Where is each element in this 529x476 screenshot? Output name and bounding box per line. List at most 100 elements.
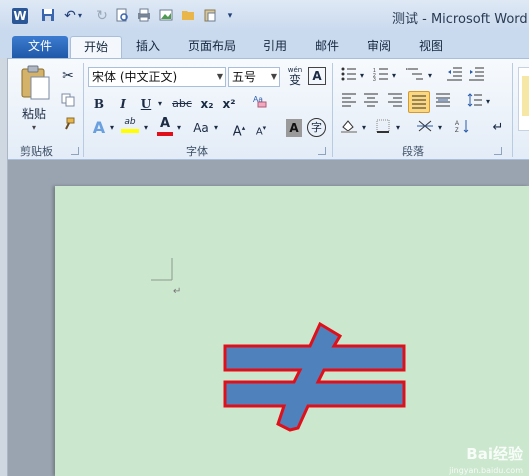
align-right-icon[interactable] xyxy=(386,93,404,111)
shading-dropdown-icon[interactable]: ▾ xyxy=(360,119,368,137)
highlight-button[interactable]: ab xyxy=(120,117,140,137)
grow-font-button[interactable]: A▴ xyxy=(230,119,248,140)
print-icon[interactable] xyxy=(136,8,152,24)
character-border-button[interactable]: A xyxy=(308,67,326,85)
paste-label: 粘贴 xyxy=(22,107,47,121)
shrink-font-button[interactable]: A▾ xyxy=(252,119,270,137)
cut-icon[interactable]: ✂ xyxy=(60,67,76,85)
line-spacing-icon[interactable] xyxy=(466,93,484,111)
chinese-layout-dropdown-icon[interactable]: ▾ xyxy=(436,119,444,137)
undo-dropdown-icon[interactable]: ▾ xyxy=(76,8,84,24)
ribbon-home: 粘贴 ▾ ✂ 剪贴板 宋体 (中文正文) ▼ 五号 ▼ wén 变 A B I … xyxy=(0,58,529,160)
chinese-layout-icon[interactable] xyxy=(414,119,436,137)
text-effects-button[interactable]: A xyxy=(90,119,108,137)
tab-home[interactable]: 开始 xyxy=(70,36,122,58)
group-divider xyxy=(512,63,513,157)
open-folder-icon[interactable] xyxy=(180,8,196,24)
clear-formatting-icon[interactable]: Aa xyxy=(250,93,270,111)
font-family-value: 宋体 (中文正文) xyxy=(92,70,178,84)
increase-indent-icon[interactable] xyxy=(468,67,486,85)
print-preview-icon[interactable] xyxy=(114,8,130,24)
align-left-icon[interactable] xyxy=(340,93,358,111)
paste-dropdown-icon[interactable]: ▾ xyxy=(32,123,36,132)
watermark-text: Bai经验 xyxy=(466,445,523,463)
distributed-icon[interactable] xyxy=(434,93,452,111)
underline-dropdown-icon[interactable]: ▾ xyxy=(156,95,164,113)
numbering-dropdown-icon[interactable]: ▾ xyxy=(390,67,398,85)
paragraph-group-label: 段落 xyxy=(402,145,424,158)
strikethrough-button[interactable]: abc xyxy=(170,95,194,113)
word-app-icon[interactable]: W xyxy=(12,8,28,24)
customize-toolbar-icon[interactable]: ▾ xyxy=(224,8,236,24)
justify-icon[interactable] xyxy=(408,91,430,113)
font-color-dropdown-icon[interactable]: ▾ xyxy=(175,119,183,137)
align-center-icon[interactable] xyxy=(362,93,380,111)
tab-insert[interactable]: 插入 xyxy=(128,36,168,58)
font-family-select[interactable]: 宋体 (中文正文) ▼ xyxy=(88,67,226,87)
phonetic-guide-button[interactable]: wén 变 xyxy=(284,65,306,87)
font-color-swatch xyxy=(157,132,173,136)
sort-icon[interactable]: AZ xyxy=(454,119,472,137)
borders-icon[interactable] xyxy=(374,119,392,137)
multilevel-list-icon[interactable] xyxy=(404,67,426,85)
change-case-button[interactable]: Aa xyxy=(190,119,212,137)
tab-page-layout[interactable]: 页面布局 xyxy=(182,36,242,58)
change-case-dropdown-icon[interactable]: ▾ xyxy=(212,119,220,137)
svg-text:Z: Z xyxy=(455,128,459,133)
redo-icon[interactable]: ↻ xyxy=(94,8,110,24)
shading-icon[interactable] xyxy=(340,119,358,137)
shrink-font-label: A xyxy=(255,126,263,138)
bullets-dropdown-icon[interactable]: ▾ xyxy=(358,67,366,85)
font-dialog-launcher-icon[interactable] xyxy=(318,147,326,155)
phonetic-guide-char: 变 xyxy=(288,73,301,87)
superscript-button[interactable]: x² xyxy=(220,95,238,113)
copy-icon[interactable] xyxy=(60,93,76,111)
format-painter-icon[interactable] xyxy=(60,117,76,135)
clipboard-group-label: 剪贴板 xyxy=(20,145,53,158)
multilevel-dropdown-icon[interactable]: ▾ xyxy=(426,67,434,85)
font-size-value: 五号 xyxy=(232,70,257,84)
decrease-indent-icon[interactable] xyxy=(446,67,464,85)
styles-gallery-accent xyxy=(522,76,529,116)
title-bar: W ↶ ▾ ↻ ▾ 测试 - Microsoft Word xyxy=(0,0,529,32)
enclose-characters-button[interactable]: 字 xyxy=(307,118,326,137)
chevron-down-icon: ▼ xyxy=(270,72,277,81)
ribbon-tabs: 文件 开始 插入 页面布局 引用 邮件 审阅 视图 xyxy=(0,32,529,58)
numbering-icon[interactable]: 123 xyxy=(372,67,390,85)
tab-file[interactable]: 文件 xyxy=(12,36,68,58)
group-divider xyxy=(83,63,84,157)
document-page[interactable]: ↵ Bai经验 jingyan.baidu.com xyxy=(55,186,529,476)
clipboard-dialog-launcher-icon[interactable] xyxy=(71,147,79,155)
grow-font-label: A xyxy=(232,124,242,140)
group-divider xyxy=(332,63,333,157)
not-equal-shape[interactable] xyxy=(220,320,410,440)
tab-review[interactable]: 审阅 xyxy=(358,36,400,58)
highlight-color-swatch xyxy=(121,129,139,133)
svg-text:A: A xyxy=(455,121,459,127)
picture-icon[interactable] xyxy=(158,8,174,24)
font-color-button[interactable]: A xyxy=(156,117,174,137)
paste-button[interactable]: 粘贴 ▾ xyxy=(16,65,56,135)
save-icon[interactable] xyxy=(40,8,56,24)
margin-corner-mark xyxy=(151,258,173,281)
styles-gallery-edge[interactable] xyxy=(518,67,529,131)
show-hide-marks-icon[interactable]: ↵ xyxy=(490,119,506,137)
subscript-button[interactable]: x₂ xyxy=(198,95,216,113)
font-size-select[interactable]: 五号 ▼ xyxy=(228,67,280,87)
chevron-down-icon: ▼ xyxy=(216,72,223,81)
tab-mailings[interactable]: 邮件 xyxy=(306,36,348,58)
character-shading-button[interactable]: A xyxy=(286,119,302,137)
tab-view[interactable]: 视图 xyxy=(410,36,452,58)
line-spacing-dropdown-icon[interactable]: ▾ xyxy=(484,93,492,111)
underline-button[interactable]: U xyxy=(138,95,154,113)
paragraph-dialog-launcher-icon[interactable] xyxy=(494,147,502,155)
bullets-icon[interactable] xyxy=(340,67,358,85)
highlight-dropdown-icon[interactable]: ▾ xyxy=(142,119,150,137)
font-group-label: 字体 xyxy=(186,145,208,158)
paste-special-icon[interactable] xyxy=(202,8,218,24)
text-effects-dropdown-icon[interactable]: ▾ xyxy=(108,119,116,137)
tab-references[interactable]: 引用 xyxy=(254,36,296,58)
borders-dropdown-icon[interactable]: ▾ xyxy=(394,119,402,137)
italic-button[interactable]: I xyxy=(114,95,132,113)
bold-button[interactable]: B xyxy=(90,95,108,113)
